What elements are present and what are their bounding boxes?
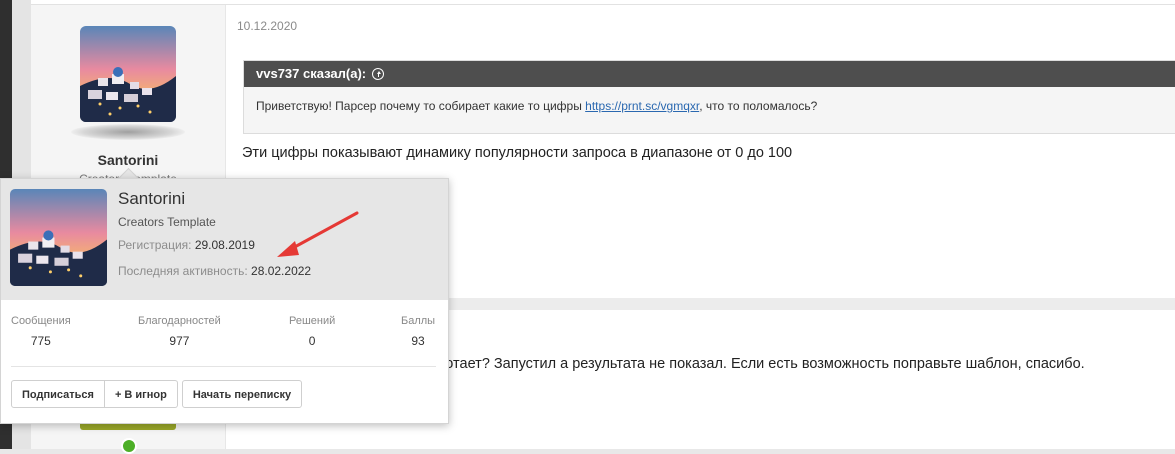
stat-points[interactable]: Баллы 93 xyxy=(401,315,435,348)
circle-arrow-up-icon[interactable] xyxy=(372,68,385,80)
post-body-text: Эти цифры показывают динамику популярнос… xyxy=(242,145,793,161)
registration-date: 29.08.2019 xyxy=(194,238,255,252)
stat-value: 93 xyxy=(411,334,425,348)
avatar-santorini-image xyxy=(80,26,176,122)
user-avatar-large[interactable] xyxy=(80,26,176,122)
online-status-icon xyxy=(121,438,137,454)
last-activity-date: 28.02.2022 xyxy=(251,264,312,278)
quote-author: vvs737 сказал(а): xyxy=(256,66,367,81)
quote-header[interactable]: vvs737 сказал(а): xyxy=(244,61,1175,87)
quote-text-after: , что то поломалось? xyxy=(699,99,818,113)
stat-label: Решений xyxy=(289,315,336,327)
popup-actions: Подписаться + В игнор Начать переписку xyxy=(11,380,303,408)
post-author-name[interactable]: Santorini xyxy=(31,152,225,168)
stat-label: Благодарностей xyxy=(138,315,221,327)
quote-block: vvs737 сказал(а): Приветствую! Парсер по… xyxy=(243,60,1175,134)
popup-registration: Регистрация: 29.08.2019 xyxy=(118,238,255,252)
last-activity-label: Последняя активность: xyxy=(118,264,248,278)
popup-stats: Сообщения 775 Благодарностей 977 Решений… xyxy=(1,315,448,359)
stat-messages[interactable]: Сообщения 775 xyxy=(11,315,71,348)
popup-avatar[interactable] xyxy=(10,189,107,286)
quote-text-before: Приветствую! Парсер почему то собирает к… xyxy=(256,99,586,113)
post-date[interactable]: 10.12.2020 xyxy=(237,19,297,33)
popup-user-title: Creators Template xyxy=(118,215,216,229)
popup-username[interactable]: Santorini xyxy=(118,189,185,209)
registration-label: Регистрация: xyxy=(118,238,192,252)
stat-value: 977 xyxy=(169,334,190,348)
stat-label: Баллы xyxy=(401,315,436,327)
stat-thanks[interactable]: Благодарностей 977 xyxy=(138,315,221,348)
ignore-button[interactable]: + В игнор xyxy=(104,380,178,408)
popup-last-activity: Последняя активность: 28.02.2022 xyxy=(118,264,311,278)
stat-value: 0 xyxy=(308,334,316,348)
subscribe-button[interactable]: Подписаться xyxy=(11,380,105,408)
avatar-shadow xyxy=(71,124,185,140)
popup-divider xyxy=(11,366,436,367)
popup-header: Santorini Creators Template Регистрация:… xyxy=(1,179,448,300)
stat-solutions[interactable]: Решений 0 xyxy=(289,315,335,348)
stat-label: Сообщения xyxy=(11,315,71,327)
quote-link[interactable]: https://prnt.sc/vgmqxr xyxy=(585,99,699,113)
quote-text: Приветствую! Парсер почему то собирает к… xyxy=(244,87,1175,125)
avatar-santorini-image-small xyxy=(10,189,107,286)
member-tooltip-popup: Santorini Creators Template Регистрация:… xyxy=(0,178,449,424)
stat-value: 775 xyxy=(30,334,51,348)
post-body-text-2: ботает? Запустил а результата не показал… xyxy=(437,356,1085,372)
start-conversation-button[interactable]: Начать переписку xyxy=(181,380,303,408)
